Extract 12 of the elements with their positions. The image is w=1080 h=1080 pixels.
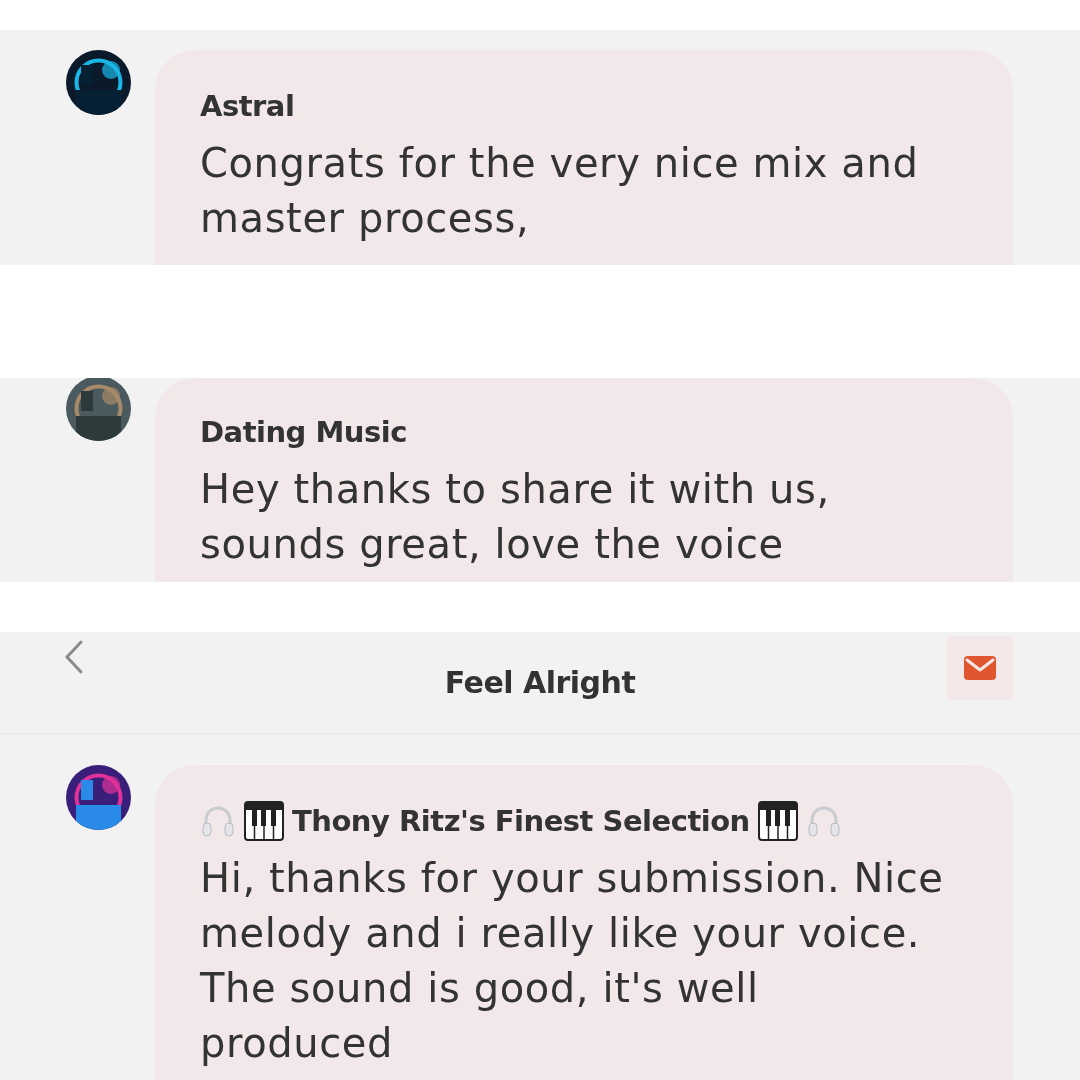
mail-icon (964, 656, 996, 680)
page-title: Feel Alright (444, 665, 636, 700)
comment-text: Congrats for the very nice mix and master process, (200, 139, 920, 243)
comment-text: Hi, thanks for your submission. Nice melody and i really like your voice. The sound is good, it's well produced (200, 854, 945, 1068)
piano-icon (244, 801, 284, 841)
author-name: Thony Ritz's Finest Selection (292, 804, 750, 838)
back-icon[interactable] (64, 640, 84, 674)
comment-text: Hey thanks to share it with us, sounds great, love the voice (200, 465, 831, 569)
piano-icon (757, 801, 798, 841)
author-name: Astral (200, 89, 295, 123)
author-name: Dating Music (200, 415, 407, 449)
message-button[interactable] (947, 636, 1013, 700)
